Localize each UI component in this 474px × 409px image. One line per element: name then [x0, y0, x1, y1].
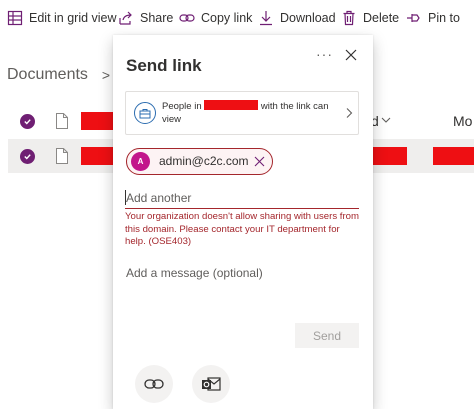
download-label: Download	[280, 11, 336, 25]
send-link-dialog: Send link ··· People in with the link ca…	[113, 35, 373, 409]
command-bar: Edit in grid view Share Copy link Downlo…	[0, 0, 474, 36]
permission-prefix: People in	[162, 101, 202, 112]
close-icon[interactable]	[343, 47, 359, 63]
redacted-filename	[81, 147, 114, 165]
copy-link-circle-button[interactable]	[135, 365, 173, 403]
send-button[interactable]: Send	[295, 323, 359, 348]
redacted-organization	[204, 100, 259, 110]
edit-in-grid-view-button[interactable]: Edit in grid view	[7, 8, 117, 28]
breadcrumb-documents[interactable]: Documents	[7, 66, 88, 84]
delete-icon	[343, 10, 355, 26]
share-icon	[119, 11, 132, 25]
remove-recipient-icon[interactable]	[254, 156, 265, 167]
message-input[interactable]: Add a message (optional)	[126, 266, 263, 280]
download-button[interactable]: Download	[258, 8, 336, 28]
chevron-right-icon	[346, 108, 353, 118]
pin-icon	[407, 14, 420, 22]
grid-icon	[7, 10, 23, 26]
delete-button[interactable]: Delete	[341, 8, 399, 28]
dialog-title: Send link	[126, 56, 202, 75]
link-icon	[179, 14, 195, 22]
copy-link-button[interactable]: Copy link	[179, 8, 252, 28]
pin-to-button[interactable]: Pin to	[406, 8, 460, 28]
breadcrumb: Documents >	[7, 66, 110, 84]
download-icon	[260, 11, 272, 26]
checkmark-icon[interactable]	[20, 149, 35, 164]
delete-label: Delete	[363, 11, 400, 25]
chevron-down-icon	[381, 117, 391, 123]
add-another-input[interactable]	[125, 187, 359, 209]
avatar: A	[131, 152, 150, 171]
copy-link-label: Copy link	[201, 11, 253, 25]
column-header-partial: Mo	[453, 113, 473, 129]
link-icon	[144, 379, 164, 389]
outlook-icon	[202, 377, 221, 391]
share-button[interactable]: Share	[118, 8, 173, 28]
link-settings-button[interactable]: People in with the link can view	[125, 91, 359, 135]
outlook-button[interactable]	[192, 365, 230, 403]
pin-to-label: Pin to	[428, 11, 460, 25]
share-label: Share	[140, 11, 174, 25]
redacted-filename	[81, 112, 114, 130]
link-permission-text: People in with the link can view	[162, 100, 342, 126]
text-caret	[125, 190, 126, 205]
briefcase-icon	[134, 102, 156, 124]
error-message: Your organization doesn't allow sharing …	[125, 211, 359, 247]
document-icon	[56, 148, 68, 164]
recipient-pill[interactable]: A admin@c2c.com	[126, 148, 273, 175]
recipient-email: admin@c2c.com	[159, 154, 249, 168]
redacted-cell	[433, 147, 474, 165]
more-options-button[interactable]: ···	[316, 46, 333, 62]
document-icon	[56, 113, 68, 129]
checkmark-icon[interactable]	[20, 114, 35, 129]
breadcrumb-separator: >	[101, 67, 111, 83]
redacted-cell	[370, 147, 407, 165]
edit-in-grid-view-label: Edit in grid view	[29, 11, 117, 25]
